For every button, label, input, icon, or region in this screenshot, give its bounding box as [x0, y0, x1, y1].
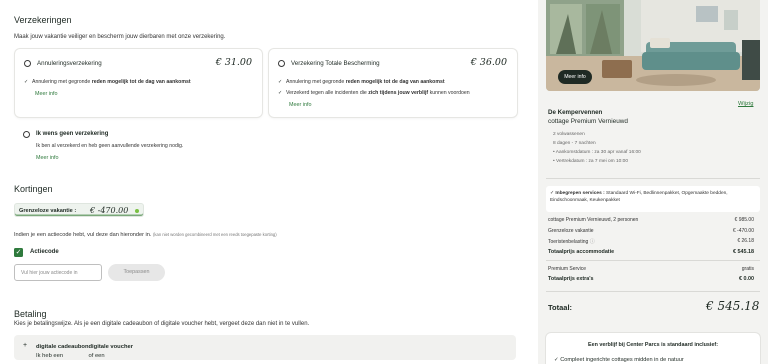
more-info-link[interactable]: Meer info — [289, 102, 311, 108]
more-info-link[interactable]: Meer info — [36, 155, 58, 161]
apply-button[interactable]: Toepassen — [108, 264, 165, 281]
discount-tag-label: Grenzeloze vakantie : — [19, 207, 77, 214]
departure-date: • Vertrekdatum : za 7 mei om 10:00 — [553, 159, 629, 164]
option-name: Verzekering Totale Bescherming — [291, 60, 380, 67]
cottage-photo: Meer info — [546, 0, 760, 91]
discount-tag: Grenzeloze vakantie : € -470.00 — [14, 203, 144, 217]
plus-icon: + — [23, 342, 28, 349]
radio-cancellation[interactable] — [24, 60, 31, 67]
more-info-link[interactable]: Meer info — [35, 91, 57, 97]
discounts-title: Kortingen — [14, 184, 53, 194]
discount-tag-value: € -470.00 — [90, 205, 129, 215]
included-services-text: ✓ Inbegrepen services : Standaard Wi-Fi,… — [550, 191, 728, 203]
insurance-subtitle: Maak jouw vakantie veiliger en bescherm … — [14, 34, 226, 40]
standard-included-card: Een verblijf bij Center Parcs is standaa… — [546, 333, 760, 364]
voucher-label: Ik heb een digitale cadeaubon of een dig… — [36, 344, 133, 359]
included-services: ✓ Inbegrepen services : Standaard Wi-Fi,… — [546, 186, 760, 212]
arrival-date: • Aankomstdatum : za 30 apr vanaf 16:00 — [553, 150, 641, 155]
edit-link[interactable]: Wijzig — [738, 101, 753, 107]
divider — [546, 178, 760, 179]
voucher-accordion[interactable]: + Ik heb een digitale cadeaubon of een d… — [14, 335, 516, 360]
check-icon: ✓ — [278, 79, 283, 85]
option-feature: ✓ Verzekerd tegen alle incidenten die zic… — [278, 90, 470, 96]
action-code-info: Indien je een actiecode hebt, vul deze d… — [14, 232, 277, 238]
radio-total-protection[interactable] — [278, 60, 285, 67]
premium-service: Premium Service gratis — [548, 266, 754, 272]
payment-title: Betaling — [14, 309, 47, 319]
check-icon: ✓ — [278, 90, 283, 96]
option-price: € 36.00 — [470, 57, 507, 68]
guests: 2 volwassenen — [553, 132, 585, 137]
divider — [546, 260, 760, 261]
price-line: cottage Premium Vernieuwd, 2 personen € 9… — [548, 217, 754, 223]
radio-no-insurance[interactable] — [23, 131, 30, 138]
total-accommodation: Totaalprijs accommodatie € 545.18 — [548, 249, 754, 255]
duration: 8 dagen - 7 nachten — [553, 141, 596, 146]
insurance-option-cancellation[interactable]: Annuleringsverzekering € 31.00 ✓ Annuleri… — [15, 49, 262, 117]
photo-more-info-button[interactable]: Meer info — [558, 70, 592, 84]
option-name: Annuleringsverzekering — [37, 60, 102, 67]
price-line: Toeristenbelasting ⓘ € 26.18 — [548, 238, 754, 245]
action-code-checkbox[interactable]: ✓ — [14, 248, 23, 257]
total-extras: Totaalprijs extra's € 0.00 — [548, 276, 754, 282]
insurance-option-total[interactable]: Verzekering Totale Bescherming € 36.00 ✓… — [269, 49, 517, 117]
status-dot — [135, 209, 139, 213]
grand-total-value: € 545.18 — [706, 299, 760, 313]
option-feature: ✓ Annulering met gegronde reden mogelijk … — [24, 79, 191, 85]
divider — [546, 291, 760, 292]
option-price: € 31.00 — [215, 57, 252, 68]
check-icon: ✓ — [24, 79, 29, 85]
price-line: Grenzeloze vakantie € -470.00 — [548, 228, 754, 234]
no-insurance-title: Ik wens geen verzekering — [36, 131, 109, 137]
payment-subtitle: Kies je betalingswijze. Als je een digit… — [14, 321, 310, 327]
no-insurance-desc: Ik ben al verzekerd en heb geen aanvulle… — [36, 143, 184, 149]
option-feature: ✓ Annulering met gegronde reden mogelijk … — [278, 79, 445, 85]
standard-included-title: Een verblijf bij Center Parcs is standaa… — [587, 342, 719, 348]
grand-total-label: Totaal: — [548, 303, 573, 312]
booking-main: Verzekeringen Maak jouw vakantie veilige… — [0, 0, 535, 364]
standard-included-item: ✓ Compleet ingerichte cottages midden in… — [554, 357, 684, 363]
action-code-label: Actiecode — [30, 249, 59, 255]
action-code-input[interactable] — [14, 264, 102, 281]
cottage-type: cottage Premium Vernieuwd — [548, 118, 628, 125]
info-icon[interactable]: ⓘ — [590, 239, 595, 245]
booking-summary: Meer info De Kempervennen Wijzig cottage… — [538, 0, 768, 364]
insurance-title: Verzekeringen — [14, 15, 72, 25]
park-name: De Kempervennen — [548, 109, 603, 116]
